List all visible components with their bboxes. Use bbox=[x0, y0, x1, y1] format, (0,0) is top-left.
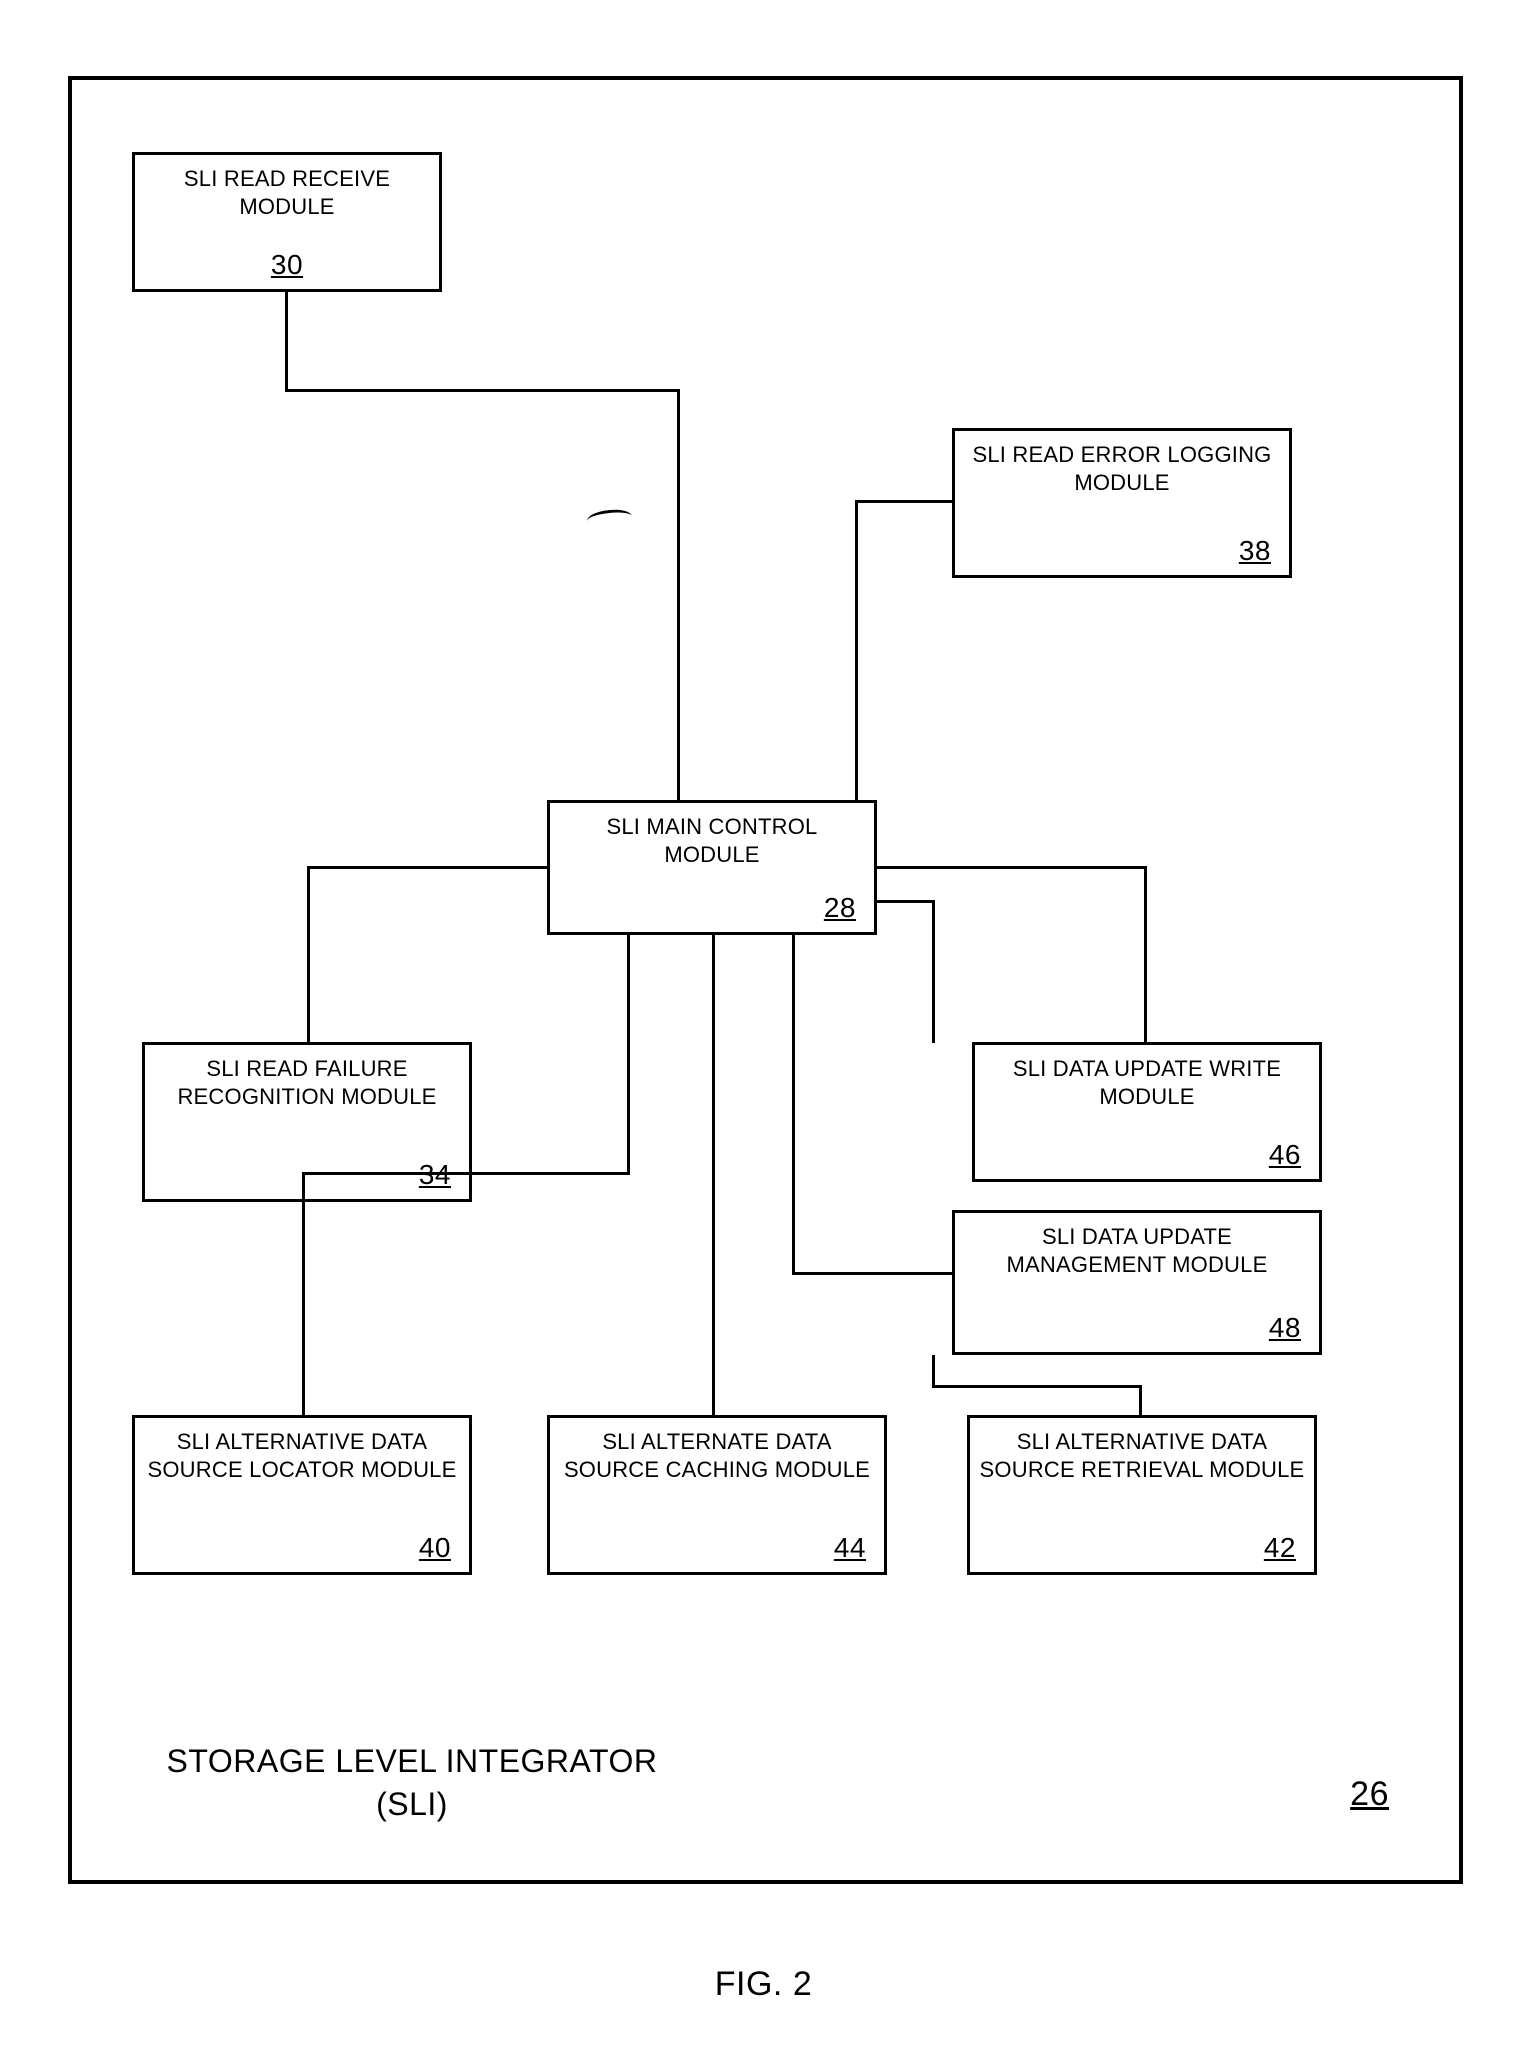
conn-main-right-down bbox=[1144, 866, 1147, 1042]
module-main-control-ref: 28 bbox=[824, 892, 856, 924]
module-read-receive-ref: 30 bbox=[271, 249, 303, 281]
module-update-write-title: SLI DATA UPDATE WRITE MODULE bbox=[983, 1055, 1311, 1110]
module-update-mgmt-ref: 48 bbox=[1269, 1312, 1301, 1344]
module-alt-locator: SLI ALTERNATIVE DATA SOURCE LOCATOR MODU… bbox=[132, 1415, 472, 1575]
conn-readreceive-right bbox=[285, 389, 680, 392]
module-alt-retrieval-ref: 42 bbox=[1264, 1532, 1296, 1564]
module-error-logging-ref: 38 bbox=[1239, 535, 1271, 567]
conn-errlog-left bbox=[855, 500, 952, 503]
module-alt-locator-ref: 40 bbox=[419, 1532, 451, 1564]
module-main-control: SLI MAIN CONTROL MODULE 28 bbox=[547, 800, 877, 935]
conn-main-left-down bbox=[307, 866, 310, 1042]
conn-main-to-retrieval-h bbox=[932, 1385, 1142, 1388]
conn-main-to-locator-h bbox=[302, 1172, 630, 1175]
conn-main-to-retrieval-v2 bbox=[932, 1355, 935, 1388]
conn-readreceive-down bbox=[285, 292, 288, 392]
conn-main-to-retrieval-v bbox=[932, 900, 935, 1043]
module-read-failure: SLI READ FAILURE RECOGNITION MODULE 34 bbox=[142, 1042, 472, 1202]
conn-main-bottom-center-stub bbox=[712, 935, 715, 1415]
conn-errlog-down bbox=[855, 500, 858, 800]
conn-main-to-locator-v bbox=[302, 1172, 305, 1415]
module-error-logging-title: SLI READ ERROR LOGGING MODULE bbox=[963, 441, 1281, 496]
container-title-line2: (SLI) bbox=[376, 1786, 448, 1822]
container-frame: SLI READ RECEIVE MODULE 30 SLI READ ERRO… bbox=[68, 76, 1463, 1884]
module-update-write-ref: 46 bbox=[1269, 1139, 1301, 1171]
module-alt-caching: SLI ALTERNATE DATA SOURCE CACHING MODULE… bbox=[547, 1415, 887, 1575]
module-alt-locator-title: SLI ALTERNATIVE DATA SOURCE LOCATOR MODU… bbox=[143, 1428, 461, 1483]
module-update-mgmt: SLI DATA UPDATE MANAGEMENT MODULE 48 bbox=[952, 1210, 1322, 1355]
conn-main-right-extra bbox=[877, 900, 935, 903]
module-read-failure-ref: 34 bbox=[419, 1159, 451, 1191]
conn-main-right bbox=[877, 866, 1147, 869]
module-update-mgmt-title: SLI DATA UPDATE MANAGEMENT MODULE bbox=[963, 1223, 1311, 1278]
module-read-receive: SLI READ RECEIVE MODULE 30 bbox=[132, 152, 442, 292]
conn-main-to-retrieval-v3 bbox=[1139, 1385, 1142, 1415]
stray-mark bbox=[586, 508, 633, 530]
container-title-line1: STORAGE LEVEL INTEGRATOR bbox=[167, 1743, 658, 1779]
module-error-logging: SLI READ ERROR LOGGING MODULE 38 bbox=[952, 428, 1292, 578]
page: SLI READ RECEIVE MODULE 30 SLI READ ERRO… bbox=[0, 0, 1527, 2058]
module-alt-retrieval: SLI ALTERNATIVE DATA SOURCE RETRIEVAL MO… bbox=[967, 1415, 1317, 1575]
conn-main-bottom-right-stub bbox=[792, 935, 795, 1275]
module-alt-caching-title: SLI ALTERNATE DATA SOURCE CACHING MODULE bbox=[558, 1428, 876, 1483]
module-alt-caching-ref: 44 bbox=[834, 1532, 866, 1564]
conn-main-bottom-left-stub bbox=[627, 935, 630, 1175]
conn-main-left bbox=[307, 866, 547, 869]
figure-caption: FIG. 2 bbox=[0, 1965, 1527, 2004]
module-update-write: SLI DATA UPDATE WRITE MODULE 46 bbox=[972, 1042, 1322, 1182]
module-alt-retrieval-title: SLI ALTERNATIVE DATA SOURCE RETRIEVAL MO… bbox=[978, 1428, 1306, 1483]
conn-readreceive-to-main bbox=[677, 389, 680, 800]
module-main-control-title: SLI MAIN CONTROL MODULE bbox=[558, 813, 866, 868]
conn-main-to-mgmt-h bbox=[792, 1272, 952, 1275]
module-read-failure-title: SLI READ FAILURE RECOGNITION MODULE bbox=[153, 1055, 461, 1110]
container-ref: 26 bbox=[1350, 1775, 1389, 1814]
module-read-receive-title: SLI READ RECEIVE MODULE bbox=[143, 165, 431, 220]
container-title: STORAGE LEVEL INTEGRATOR (SLI) bbox=[152, 1740, 672, 1826]
